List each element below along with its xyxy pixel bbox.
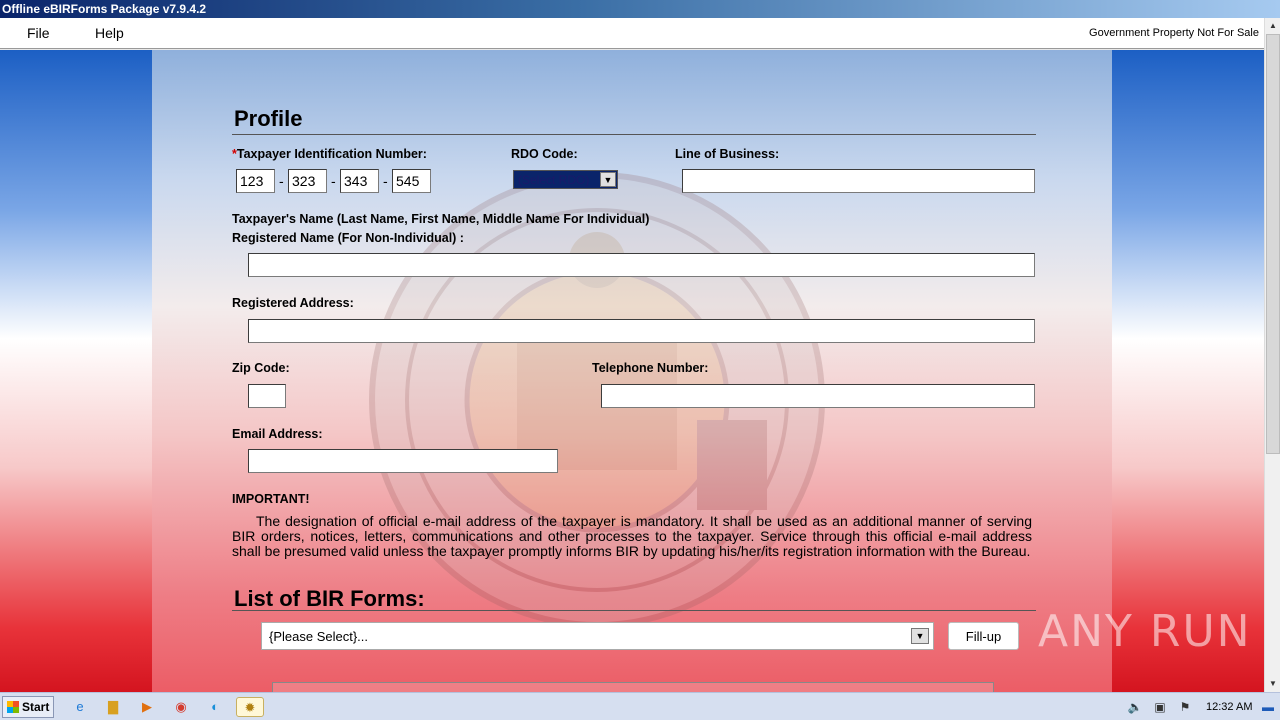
profile-divider xyxy=(232,134,1036,135)
form-preview-frame xyxy=(272,682,994,692)
tin-part-4-input[interactable] xyxy=(392,169,431,193)
menu-bar: File Help Government Property Not For Sa… xyxy=(0,18,1264,49)
ebirforms-icon[interactable]: ✹ xyxy=(236,697,264,717)
window-title-bar: Offline eBIRForms Package v7.9.4.2 xyxy=(0,0,1280,18)
profile-title: Profile xyxy=(234,106,303,131)
anyrun-watermark: ANY RUN xyxy=(1038,606,1252,657)
scroll-up-icon[interactable]: ▲ xyxy=(1265,18,1280,34)
windows-logo-icon xyxy=(7,701,19,713)
explorer-icon[interactable]: ▇ xyxy=(103,697,123,717)
rdo-select-value: (Select RDO) xyxy=(518,173,590,187)
tin-label-text: Taxpayer Identification Number: xyxy=(236,147,427,161)
chrome-icon[interactable]: ◉ xyxy=(171,697,191,717)
start-label: Start xyxy=(22,700,50,714)
fill-up-button[interactable]: Fill-up xyxy=(948,622,1019,650)
taskbar: Start e ▇ ▶ ◉ ◐ ✹ 🔈 ▣ ⚑ 12:32 AM ▬ xyxy=(0,692,1280,720)
tin-part-1-input[interactable] xyxy=(236,169,275,193)
email-label: Email Address: xyxy=(232,427,323,441)
tin-part-3-input[interactable] xyxy=(340,169,379,193)
telephone-input[interactable] xyxy=(601,384,1035,408)
important-heading: IMPORTANT! xyxy=(232,492,310,506)
media-player-icon[interactable]: ▶ xyxy=(137,697,157,717)
action-center-flag-icon[interactable]: ⚑ xyxy=(1177,699,1193,715)
rdo-label: RDO Code: xyxy=(511,147,578,161)
tin-separator: - xyxy=(331,173,336,189)
tin-label: *Taxpayer Identification Number: xyxy=(232,147,427,161)
network-icon[interactable]: ▣ xyxy=(1152,699,1168,715)
taxpayer-name-input[interactable] xyxy=(248,253,1035,277)
email-input[interactable] xyxy=(248,449,558,473)
chevron-down-icon[interactable]: ▼ xyxy=(600,172,616,187)
scroll-down-icon[interactable]: ▼ xyxy=(1265,676,1280,692)
forms-divider xyxy=(232,610,1036,611)
scroll-thumb[interactable] xyxy=(1266,34,1280,454)
taxpayer-name-label: Taxpayer's Name (Last Name, First Name, … xyxy=(232,212,650,226)
chevron-down-icon[interactable]: ▼ xyxy=(911,628,929,644)
rdo-select[interactable]: (Select RDO) ▼ xyxy=(513,170,618,189)
start-button[interactable]: Start xyxy=(2,696,54,718)
speaker-icon[interactable]: 🔈 xyxy=(1127,699,1143,715)
vertical-scrollbar[interactable]: ▲ ▼ xyxy=(1264,18,1280,692)
bir-forms-select-value: {Please Select}... xyxy=(269,629,369,644)
address-input[interactable] xyxy=(248,319,1035,343)
tin-separator: - xyxy=(279,173,284,189)
forms-title: List of BIR Forms: xyxy=(234,586,425,611)
bir-forms-select[interactable]: {Please Select}... ▼ xyxy=(261,622,934,650)
show-desktop-icon[interactable]: ▬ xyxy=(1260,699,1276,715)
taskbar-clock[interactable]: 12:32 AM xyxy=(1206,701,1252,713)
zip-code-input[interactable] xyxy=(248,384,286,408)
tin-part-2-input[interactable] xyxy=(288,169,327,193)
menu-help[interactable]: Help xyxy=(95,25,124,41)
registered-name-label: Registered Name (For Non-Individual) : xyxy=(232,231,464,245)
line-of-business-input[interactable] xyxy=(682,169,1035,193)
important-notice-text: The designation of official e-mail addre… xyxy=(232,513,1032,559)
important-notice: The designation of official e-mail addre… xyxy=(232,514,1032,559)
address-label: Registered Address: xyxy=(232,296,354,310)
telephone-label: Telephone Number: xyxy=(592,361,709,375)
tin-separator: - xyxy=(383,173,388,189)
ie-icon[interactable]: e xyxy=(70,697,90,717)
government-notice: Government Property Not For Sale xyxy=(1089,27,1259,39)
window-title: Offline eBIRForms Package v7.9.4.2 xyxy=(2,2,207,16)
edge-icon[interactable]: ◐ xyxy=(205,697,225,717)
menu-file[interactable]: File xyxy=(27,25,50,41)
line-of-business-label: Line of Business: xyxy=(675,147,780,161)
zip-code-label: Zip Code: xyxy=(232,361,290,375)
